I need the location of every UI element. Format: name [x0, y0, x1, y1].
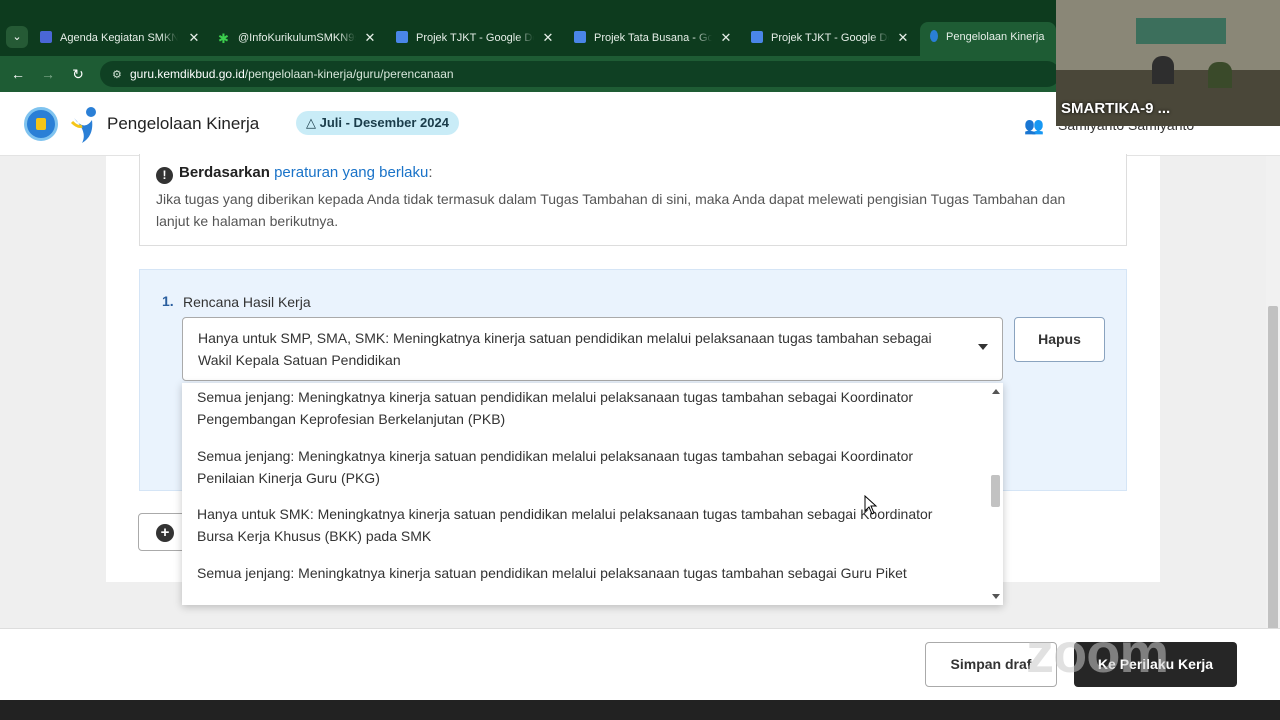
- browser-tab[interactable]: ✱ @InfoKurikulumSMKN9sk ✕: [218, 24, 378, 52]
- close-tab-icon[interactable]: ✕: [718, 24, 734, 52]
- delete-button[interactable]: Hapus: [1014, 317, 1105, 362]
- back-arrow-icon[interactable]: ←: [8, 64, 28, 84]
- kemdikbud-logo-icon: [24, 107, 58, 141]
- period-badge[interactable]: △ Juli - Desember 2024: [296, 111, 459, 135]
- dropdown-option[interactable]: Hanya untuk SMK: Meningkatnya kinerja sa…: [197, 503, 957, 547]
- calendar-icon: [40, 31, 52, 43]
- rhk-dropdown-list[interactable]: Semua jenjang: Meningkatnya kinerja satu…: [182, 383, 1003, 605]
- docs-icon: [751, 31, 763, 43]
- site-info-icon[interactable]: ⚙: [112, 62, 124, 88]
- dropdown-scroll-thumb[interactable]: [991, 475, 1000, 507]
- regulation-link[interactable]: peraturan yang berlaku: [274, 164, 428, 181]
- reload-icon[interactable]: ↻: [68, 64, 88, 84]
- rhk-selected-value: Hanya untuk SMP, SMA, SMK: Meningkatnya …: [198, 330, 932, 368]
- info-text: Jika tugas yang diberikan kepada Anda ti…: [156, 191, 1066, 229]
- warning-triangle-icon: △: [306, 115, 320, 130]
- info-heading: ! Berdasarkan peraturan yang berlaku:: [156, 164, 433, 184]
- dropdown-option[interactable]: Semua jenjang: Meningkatnya kinerja satu…: [197, 562, 957, 584]
- rhk-label: Rencana Hasil Kerja: [183, 294, 311, 310]
- kemdikbud-icon: [930, 30, 938, 42]
- close-tab-icon[interactable]: ✕: [895, 24, 911, 52]
- scroll-up-icon[interactable]: [992, 389, 1000, 394]
- mouse-cursor-icon: [864, 495, 878, 515]
- close-tab-icon[interactable]: ✕: [362, 24, 378, 52]
- close-tab-icon[interactable]: ✕: [186, 24, 202, 52]
- exclamation-icon: !: [156, 167, 173, 184]
- browser-tab[interactable]: Projek TJKT - Google Doku ✕: [751, 24, 911, 52]
- browser-tab-active[interactable]: Pengelolaan Kinerja: [920, 22, 1056, 56]
- asterisk-icon: ✱: [218, 31, 229, 46]
- url-field[interactable]: ⚙ guru.kemdikbud.go.id/pengelolaan-kinerj…: [100, 61, 1060, 87]
- forward-arrow-icon[interactable]: →: [38, 64, 58, 84]
- rhk-number: 1.: [162, 293, 174, 309]
- browser-tab[interactable]: Agenda Kegiatan SMKN 9 ✕: [40, 24, 202, 52]
- app-title: Pengelolaan Kinerja: [107, 114, 260, 133]
- dropdown-option[interactable]: Semua jenjang: Meningkatnya kinerja satu…: [197, 445, 957, 489]
- docs-icon: [396, 31, 408, 43]
- user-group-icon[interactable]: 👥: [1024, 116, 1046, 135]
- zoom-watermark: zoom: [1026, 621, 1169, 684]
- browser-tab[interactable]: Projek TJKT - Google Doku ✕: [396, 24, 556, 52]
- info-notice: ! Berdasarkan peraturan yang berlaku: Jik…: [139, 154, 1127, 246]
- plus-circle-icon: +: [156, 524, 174, 542]
- video-participant-name: SMARTIKA-9 ...: [1061, 100, 1171, 117]
- dropdown-option[interactable]: Semua jenjang: Meningkatnya kinerja satu…: [197, 386, 957, 430]
- scroll-down-icon[interactable]: [992, 594, 1000, 599]
- bottom-bar: [0, 700, 1280, 720]
- tab-search-chevron-icon[interactable]: ⌄: [6, 26, 28, 48]
- page-scrollbar[interactable]: [1266, 156, 1280, 700]
- docs-icon: [574, 31, 586, 43]
- close-tab-icon[interactable]: ✕: [540, 24, 556, 52]
- browser-tab[interactable]: Projek Tata Busana - Goog ✕: [574, 24, 734, 52]
- caret-down-icon[interactable]: [978, 344, 988, 350]
- dropdown-scrollbar[interactable]: [989, 383, 1003, 605]
- rhk-select[interactable]: Hanya untuk SMP, SMA, SMK: Meningkatnya …: [182, 317, 1003, 381]
- merdeka-logo-icon: [70, 107, 96, 143]
